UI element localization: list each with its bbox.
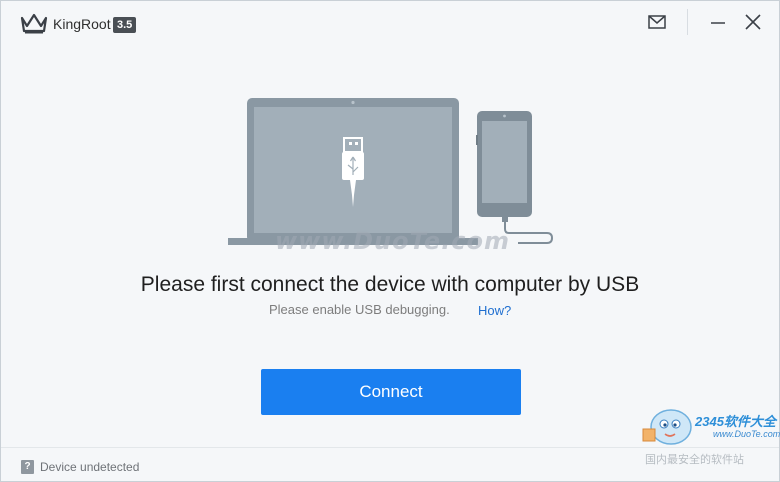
close-button[interactable] (742, 11, 764, 33)
help-question-icon: ? (21, 460, 34, 474)
title-bar[interactable]: KingRoot 3.5 (1, 1, 779, 43)
how-link[interactable]: How? (478, 303, 511, 318)
phone-icon (476, 111, 554, 244)
mail-button[interactable] (646, 11, 668, 33)
version-badge: 3.5 (113, 17, 137, 33)
crown-logo-icon (20, 13, 48, 34)
minimize-button[interactable] (707, 11, 729, 33)
minimize-icon (711, 22, 725, 24)
app-window: KingRoot 3.5 www.DuoTe.com Please first … (0, 0, 780, 482)
mascot-watermark-icon (642, 409, 692, 445)
tagline-watermark: 国内最安全的软件站 (645, 454, 744, 466)
titlebar-divider (687, 9, 688, 35)
device-status-text: Device undetected (40, 460, 140, 474)
close-icon (745, 14, 761, 30)
mail-icon (648, 15, 666, 29)
app-title: KingRoot (53, 16, 111, 32)
brand-watermark: 2345软件大全 (695, 414, 776, 429)
usb-debugging-hint: Please enable USB debugging. (269, 302, 450, 317)
page-headline: Please first connect the device with com… (140, 273, 640, 296)
duote-watermark: www.DuoTe.com (275, 227, 510, 255)
url-watermark: www.DuoTe.com (713, 429, 780, 439)
connect-button[interactable]: Connect (261, 369, 521, 415)
